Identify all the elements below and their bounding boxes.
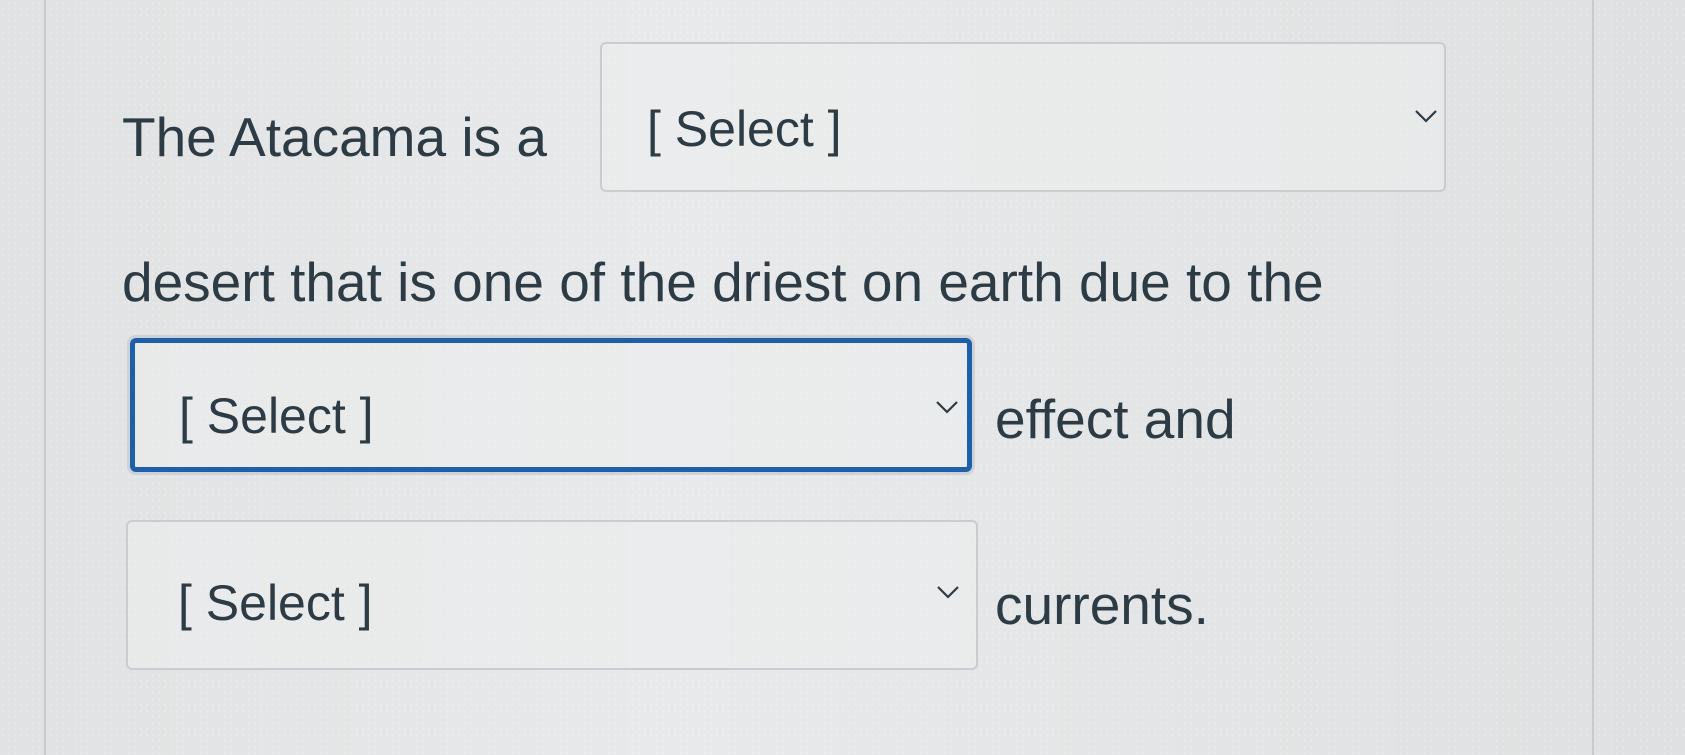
question-text-part3: effect and — [995, 388, 1236, 450]
panel-border-left — [44, 0, 46, 755]
question-text-part1: The Atacama is a — [122, 106, 547, 168]
dropdown-3[interactable]: [ Select ] — [126, 520, 978, 670]
chevron-down-icon — [937, 586, 959, 599]
dropdown-1-value: [ Select ] — [647, 101, 842, 157]
dropdown-1[interactable]: [ Select ] — [600, 42, 1446, 192]
question-text-part2: desert that is one of the driest on eart… — [122, 251, 1324, 313]
dropdown-3-value: [ Select ] — [178, 575, 373, 631]
chevron-down-icon — [1415, 110, 1437, 123]
panel-border-right — [1592, 0, 1594, 755]
question-text-part4: currents. — [995, 574, 1209, 636]
dropdown-2-value: [ Select ] — [179, 388, 374, 444]
chevron-down-icon — [936, 401, 958, 414]
dropdown-2[interactable]: [ Select ] — [130, 338, 972, 472]
